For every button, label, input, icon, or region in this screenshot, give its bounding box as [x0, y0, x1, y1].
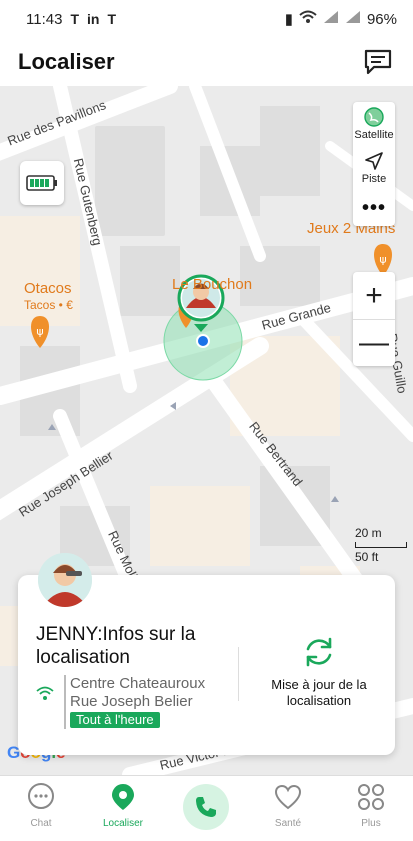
nav-locate[interactable]: Localiser — [93, 782, 153, 829]
refresh-icon — [306, 637, 332, 667]
signal-icon — [345, 10, 361, 28]
device-battery-card[interactable] — [20, 161, 64, 205]
location-pin-icon — [112, 784, 134, 810]
satellite-button[interactable]: Satellite — [353, 102, 395, 146]
time-badge: Tout à l'heure — [70, 712, 160, 728]
avatar-image — [38, 553, 92, 607]
call-button[interactable] — [183, 784, 229, 830]
location-line-1: Centre Chateauroux — [70, 675, 206, 692]
message-icon — [364, 49, 392, 75]
battery-percent: 96% — [366, 10, 397, 28]
svg-text:ψ: ψ — [379, 253, 386, 266]
location-details: Centre Chateauroux Rue Joseph Belier Tou… — [36, 675, 205, 729]
nav-health[interactable]: Santé — [258, 782, 318, 829]
nav-locate-label: Localiser — [102, 818, 144, 829]
scale-imperial: 50 ft — [355, 550, 379, 564]
scale-bar — [355, 542, 407, 548]
map-scale: 20 m 50 ft — [355, 526, 407, 564]
bottom-navigation: Chat Localiser Santé Plus — [0, 775, 413, 841]
clover-grid-icon — [358, 784, 384, 810]
heart-icon — [274, 784, 302, 810]
zoom-out-button[interactable]: — — [353, 319, 395, 366]
map-controls: Satellite Piste ••• — [353, 102, 395, 226]
notification-icon: T — [107, 11, 117, 27]
linkedin-icon: in — [87, 11, 100, 27]
signal-icon — [323, 10, 339, 28]
status-time: 11:43 — [26, 10, 63, 28]
wifi-icon — [299, 10, 317, 28]
wifi-icon — [36, 686, 54, 700]
satellite-label: Satellite — [354, 129, 394, 141]
poi-label[interactable]: Otacos — [24, 280, 72, 297]
phone-icon — [196, 797, 216, 817]
notification-icon: T — [70, 11, 79, 27]
page-title: Localiser — [18, 49, 115, 74]
location-info-card: JENNY:Infos sur la localisation Centre C… — [18, 553, 395, 755]
nav-chat[interactable]: Chat — [11, 782, 71, 829]
card-divider — [238, 647, 239, 701]
app-header: Localiser — [0, 38, 413, 86]
zoom-in-button[interactable]: + — [353, 272, 395, 319]
zoom-controls: + — — [353, 272, 395, 366]
globe-icon — [364, 107, 384, 127]
chat-icon — [28, 783, 54, 809]
poi-label[interactable]: Le Bouchon — [172, 276, 252, 293]
svg-text:ψ: ψ — [36, 325, 43, 338]
status-bar: 11:43 T in T ▮ 96% — [0, 0, 413, 38]
battery-icon — [26, 175, 57, 191]
poi-sublabel: Tacos • € — [24, 298, 73, 312]
update-location-label: Mise à jour de la localisation — [271, 677, 367, 708]
messages-button[interactable] — [361, 45, 395, 79]
more-options-button[interactable]: ••• — [353, 190, 395, 226]
nav-health-label: Santé — [274, 818, 302, 829]
avatar[interactable] — [38, 553, 92, 607]
nav-chat-label: Chat — [30, 818, 52, 829]
navigation-arrow-icon — [365, 152, 383, 170]
nav-more-label: Plus — [361, 818, 381, 829]
nav-more[interactable]: Plus — [341, 782, 401, 829]
update-location-button[interactable]: Mise à jour de la localisation — [244, 635, 394, 709]
location-title: JENNY:Infos sur la localisation — [36, 624, 196, 668]
scale-metric: 20 m — [355, 526, 382, 540]
location-address: Centre Chateauroux Rue Joseph Belier Tou… — [64, 675, 205, 729]
track-button[interactable]: Piste — [353, 146, 395, 190]
battery-status-icon: ▮ — [284, 11, 293, 28]
track-label: Piste — [361, 173, 387, 185]
location-line-2: Rue Joseph Belier — [70, 693, 193, 710]
